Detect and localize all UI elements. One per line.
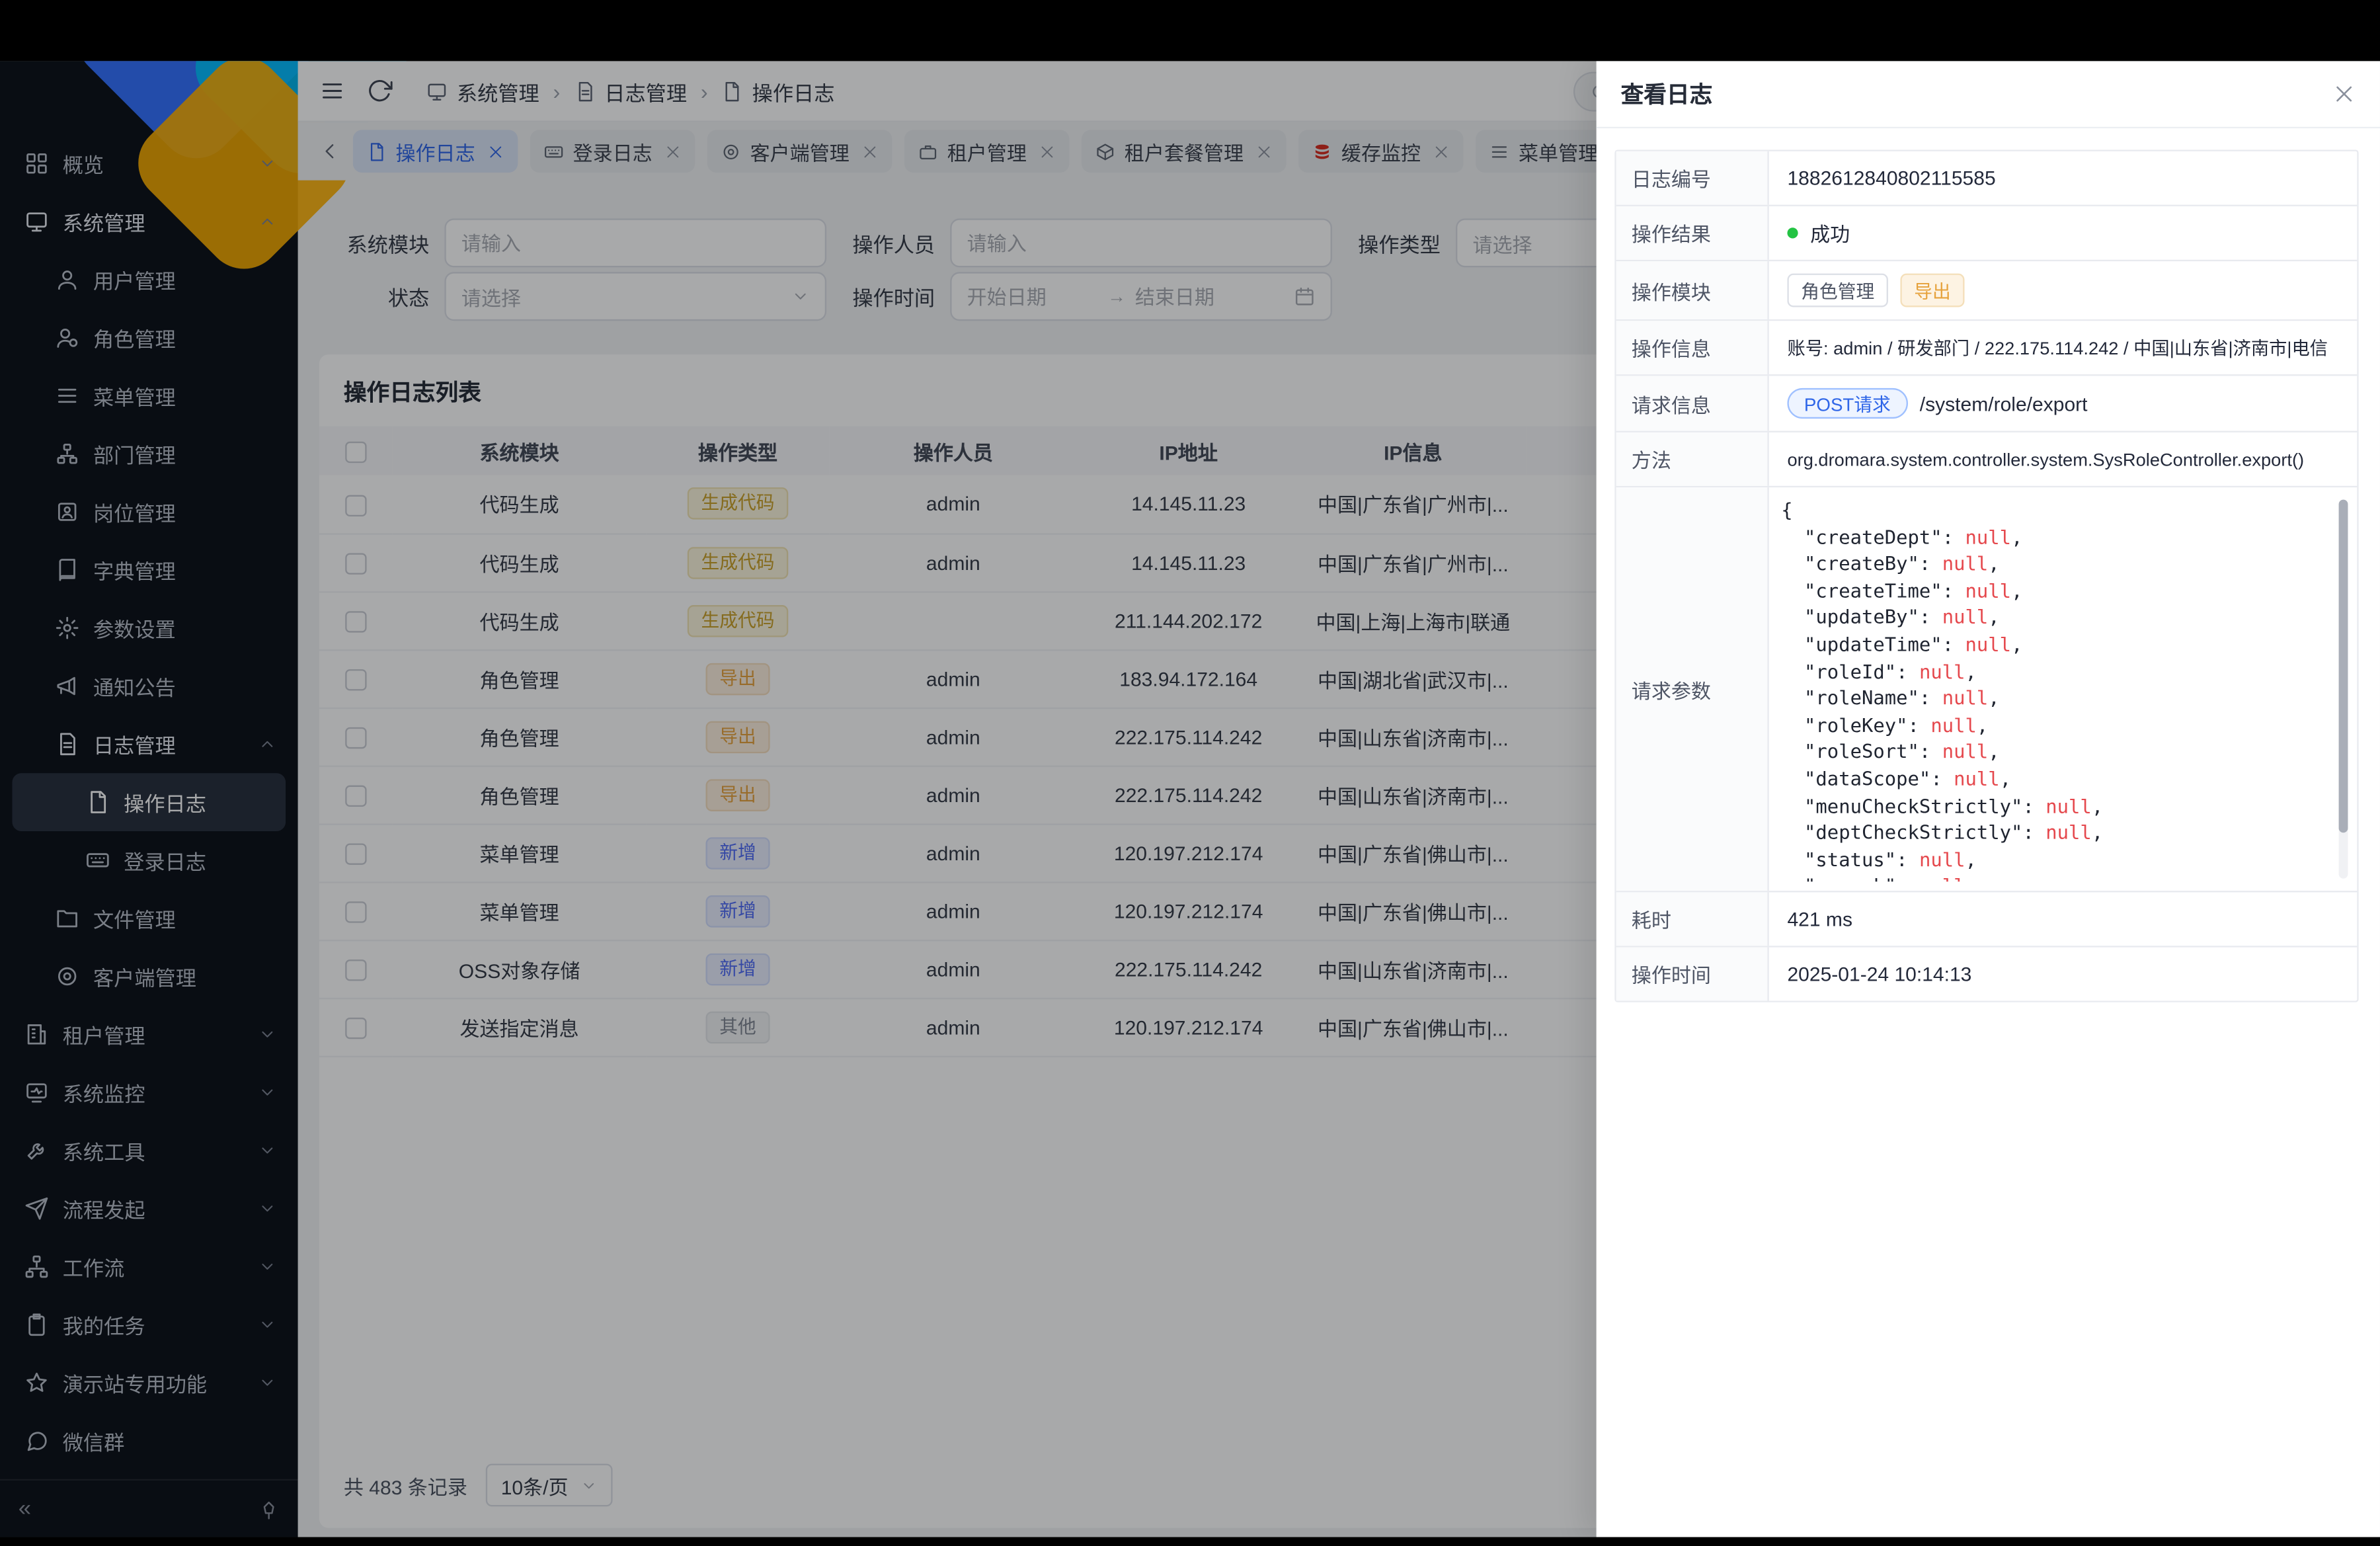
json-line: "roleName": null, <box>1781 685 2326 712</box>
json-line: "roleKey": null, <box>1781 712 2326 739</box>
detail-row-info: 操作信息 账号: admin / 研发部门 / 222.175.114.242 … <box>1616 321 2358 376</box>
request-url: /system/role/export <box>1920 392 2088 415</box>
json-line: "remark": null, <box>1781 873 2326 881</box>
json-line: "menuCheckStrictly": null, <box>1781 792 2326 819</box>
close-icon[interactable] <box>2332 83 2356 106</box>
success-dot-icon <box>1787 227 1798 238</box>
detail-row-time: 操作时间 2025-01-24 10:14:13 <box>1616 948 2358 1001</box>
log-detail-table: 日志编号 1882612840802115585 操作结果 成功 操作模块 角色… <box>1614 149 2358 1002</box>
drawer-body: 日志编号 1882612840802115585 操作结果 成功 操作模块 角色… <box>1597 128 2380 1002</box>
detail-row-result: 操作结果 成功 <box>1616 206 2358 261</box>
post-method-tag: POST请求 <box>1787 388 1907 419</box>
json-line: "updateTime": null, <box>1781 631 2326 658</box>
detail-row-module: 操作模块 角色管理 导出 <box>1616 261 2358 321</box>
request-params-code: { "createDept": null, "createBy": null, … <box>1781 497 2351 881</box>
module-tag: 角色管理 <box>1787 274 1888 307</box>
detail-row-request: 请求信息 POST请求 /system/role/export <box>1616 376 2358 432</box>
drawer-title: 查看日志 <box>1621 78 1713 110</box>
detail-row-duration: 耗时 421 ms <box>1616 892 2358 947</box>
code-scrollbar-thumb[interactable] <box>2339 500 2348 833</box>
result-text: 成功 <box>1810 218 1850 247</box>
screen: Plus Admin 概览系统管理用户管理角色管理菜单管理部门管理岗位管理字典管… <box>0 0 2380 1546</box>
json-line: "roleId": null, <box>1781 658 2326 685</box>
json-line: "createTime": null, <box>1781 577 2326 604</box>
drawer-header: 查看日志 <box>1597 61 2380 128</box>
json-line: "createBy": null, <box>1781 550 2326 577</box>
json-line: "deptCheckStrictly": null, <box>1781 819 2326 846</box>
detail-row-log-id: 日志编号 1882612840802115585 <box>1616 151 2358 206</box>
json-line: "dataScope": null, <box>1781 765 2326 792</box>
detail-row-method: 方法 org.dromara.system.controller.system.… <box>1616 432 2358 487</box>
json-line: "roleSort": null, <box>1781 739 2326 766</box>
export-tag: 导出 <box>1900 274 1964 307</box>
json-line: "status": null, <box>1781 846 2326 873</box>
detail-row-params: 请求参数 { "createDept": null, "createBy": n… <box>1616 487 2358 892</box>
json-line: "createDept": null, <box>1781 524 2326 551</box>
view-log-drawer: 查看日志 日志编号 1882612840802115585 操作结果 成功 操作… <box>1597 61 2380 1537</box>
json-line: { <box>1781 497 2326 524</box>
json-line: "updateBy": null, <box>1781 604 2326 631</box>
